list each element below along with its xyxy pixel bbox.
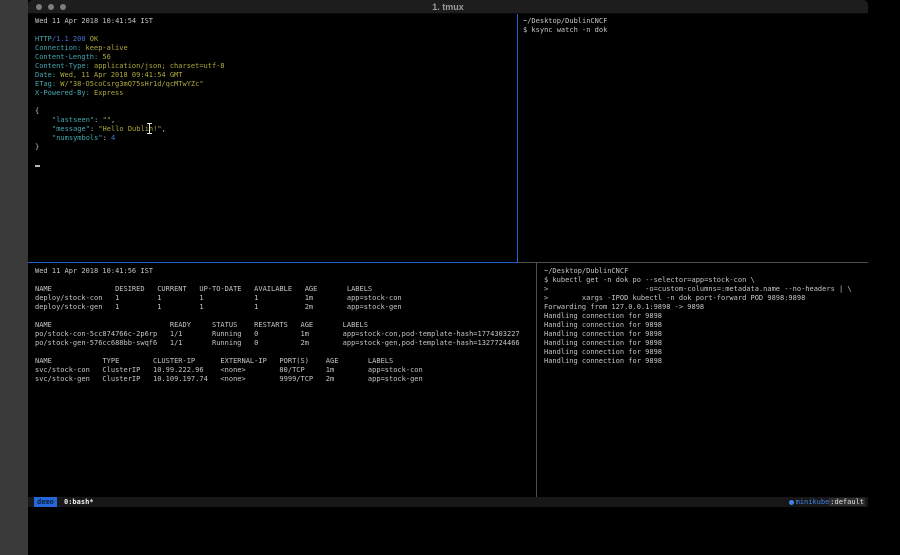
- cwd-line: ~/Desktop/DublinCNCF: [523, 17, 868, 26]
- kubernetes-helm-icon: [789, 500, 794, 505]
- services-table-header: NAME TYPE CLUSTER-IP EXTERNAL-IP PORT(S)…: [35, 357, 536, 366]
- header-value: 56: [102, 53, 110, 61]
- header-name: Date:: [35, 71, 56, 79]
- output-line: Handling connection for 9898: [544, 357, 868, 366]
- json-value: "": [103, 116, 111, 124]
- header-value: application/json; charset=utf-8: [94, 62, 225, 70]
- http-status-line: HTTP/1.1 200 OK: [35, 35, 517, 44]
- output-line: Handling connection for 9898: [544, 348, 868, 357]
- http-version-status: /1.1 200: [52, 35, 86, 43]
- prompt-line: [35, 161, 517, 170]
- http-protocol: HTTP: [35, 35, 52, 43]
- output-line: Forwarding from 127.0.0.1:9898 -> 9898: [544, 303, 868, 312]
- pane-kubectl-get[interactable]: Wed 11 Apr 2018 10:41:56 IST NAME DESIRE…: [28, 263, 537, 497]
- json-comma: ,: [111, 116, 115, 124]
- json-close-brace: }: [35, 143, 517, 152]
- json-key: "lastseen": [52, 116, 94, 124]
- json-key: "numsymbols": [52, 134, 103, 142]
- json-key: "message": [52, 125, 90, 133]
- header-value: Express: [94, 89, 124, 97]
- header-value: keep-alive: [86, 44, 128, 52]
- tmux-terminal: Wed 11 Apr 2018 10:41:54 IST HTTP/1.1 20…: [28, 14, 868, 497]
- cwd-line: ~/Desktop/DublinCNCF: [544, 267, 868, 276]
- http-header-line: Connection: keep-alive: [35, 44, 517, 53]
- command-line: $ ksync watch -n dok: [523, 26, 868, 35]
- timestamp-line: Wed 11 Apr 2018 10:41:54 IST: [35, 17, 517, 26]
- timestamp-line: Wed 11 Apr 2018 10:41:56 IST: [35, 267, 536, 276]
- output-line: Handling connection for 9898: [544, 330, 868, 339]
- json-colon: :: [90, 125, 94, 133]
- json-value: "Hello Dublin!": [98, 125, 161, 133]
- services-table-row: svc/stock-con ClusterIP 10.99.222.96 <no…: [35, 366, 536, 375]
- http-header-line: Content-Type: application/json; charset=u…: [35, 62, 517, 71]
- pane-ksync[interactable]: ~/Desktop/DublinCNCF $ ksync watch -n do…: [518, 14, 868, 263]
- terminal-window: 1. tmux Wed 11 Apr 2018 10:41:54 IST HTT…: [28, 0, 868, 507]
- http-reason: OK: [90, 35, 98, 43]
- json-line: "message": "Hello Dublin!",: [35, 125, 517, 134]
- http-header-line: Content-Length: 56: [35, 53, 517, 62]
- pane-port-forward[interactable]: ~/Desktop/DublinCNCF $ kubectl get -n do…: [537, 263, 868, 497]
- command-line: $ kubectl get -n dok po --selector=app=s…: [544, 276, 868, 285]
- header-name: Connection:: [35, 44, 81, 52]
- command-continuation-line: > -o=custom-columns=:metadata.name --no-…: [544, 285, 868, 294]
- json-value: 4: [111, 134, 115, 142]
- http-header-line: Date: Wed, 11 Apr 2018 09:41:54 GMT: [35, 71, 517, 80]
- json-colon: :: [103, 134, 107, 142]
- http-header-line: X-Powered-By: Express: [35, 89, 517, 98]
- http-header-line: ETag: W/"38-O5coCsrg3mQ75sHr1d/qcMTwYZc": [35, 80, 517, 89]
- pods-table-row: po/stock-gen-576cc688bb-swqf6 1/1 Runnin…: [35, 339, 536, 348]
- desktop-background: [0, 0, 28, 555]
- terminal-cursor: [35, 165, 40, 168]
- header-name: Content-Length:: [35, 53, 98, 61]
- window-label[interactable]: 0:bash*: [64, 497, 94, 507]
- deployments-table-header: NAME DESIRED CURRENT UP-TO-DATE AVAILABL…: [35, 285, 536, 294]
- output-line: Handling connection for 9898: [544, 312, 868, 321]
- pods-table-row: po/stock-con-5cc874766c-2p6rp 1/1 Runnin…: [35, 330, 536, 339]
- mouse-cursor-ibeam: [146, 123, 152, 134]
- json-colon: :: [94, 116, 98, 124]
- json-line: "lastseen": "",: [35, 116, 517, 125]
- kube-context: minikube: [796, 498, 830, 506]
- deployments-table-row: deploy/stock-con 1 1 1 1 1m app=stock-co…: [35, 294, 536, 303]
- output-line: Handling connection for 9898: [544, 339, 868, 348]
- json-open-brace: {: [35, 107, 517, 116]
- header-value: W/"38-O5coCsrg3mQ75sHr1d/qcMTwYZc": [60, 80, 203, 88]
- session-name-badge[interactable]: demo: [34, 497, 57, 507]
- header-name: ETag:: [35, 80, 56, 88]
- services-table-row: svc/stock-gen ClusterIP 10.109.197.74 <n…: [35, 375, 536, 384]
- header-value: Wed, 11 Apr 2018 09:41:54 GMT: [60, 71, 182, 79]
- deployments-table-row: deploy/stock-gen 1 1 1 1 2m app=stock-ge…: [35, 303, 536, 312]
- kube-namespace: :default: [829, 498, 865, 506]
- json-comma: ,: [162, 125, 166, 133]
- tmux-status-bar: demo 0:bash* minikube:default: [28, 497, 868, 507]
- window-title: 1. tmux: [28, 2, 868, 12]
- pods-table-header: NAME READY STATUS RESTARTS AGE LABELS: [35, 321, 536, 330]
- output-line: Handling connection for 9898: [544, 321, 868, 330]
- header-name: Content-Type:: [35, 62, 90, 70]
- pane-http-response[interactable]: Wed 11 Apr 2018 10:41:54 IST HTTP/1.1 20…: [28, 14, 518, 263]
- status-right: minikube:default: [789, 497, 865, 507]
- window-titlebar[interactable]: 1. tmux: [28, 0, 868, 14]
- json-line: "numsymbols":4: [35, 134, 517, 143]
- header-name: X-Powered-By:: [35, 89, 90, 97]
- command-continuation-line: > xargs -IPOD kubectl -n dok port-forwar…: [544, 294, 868, 303]
